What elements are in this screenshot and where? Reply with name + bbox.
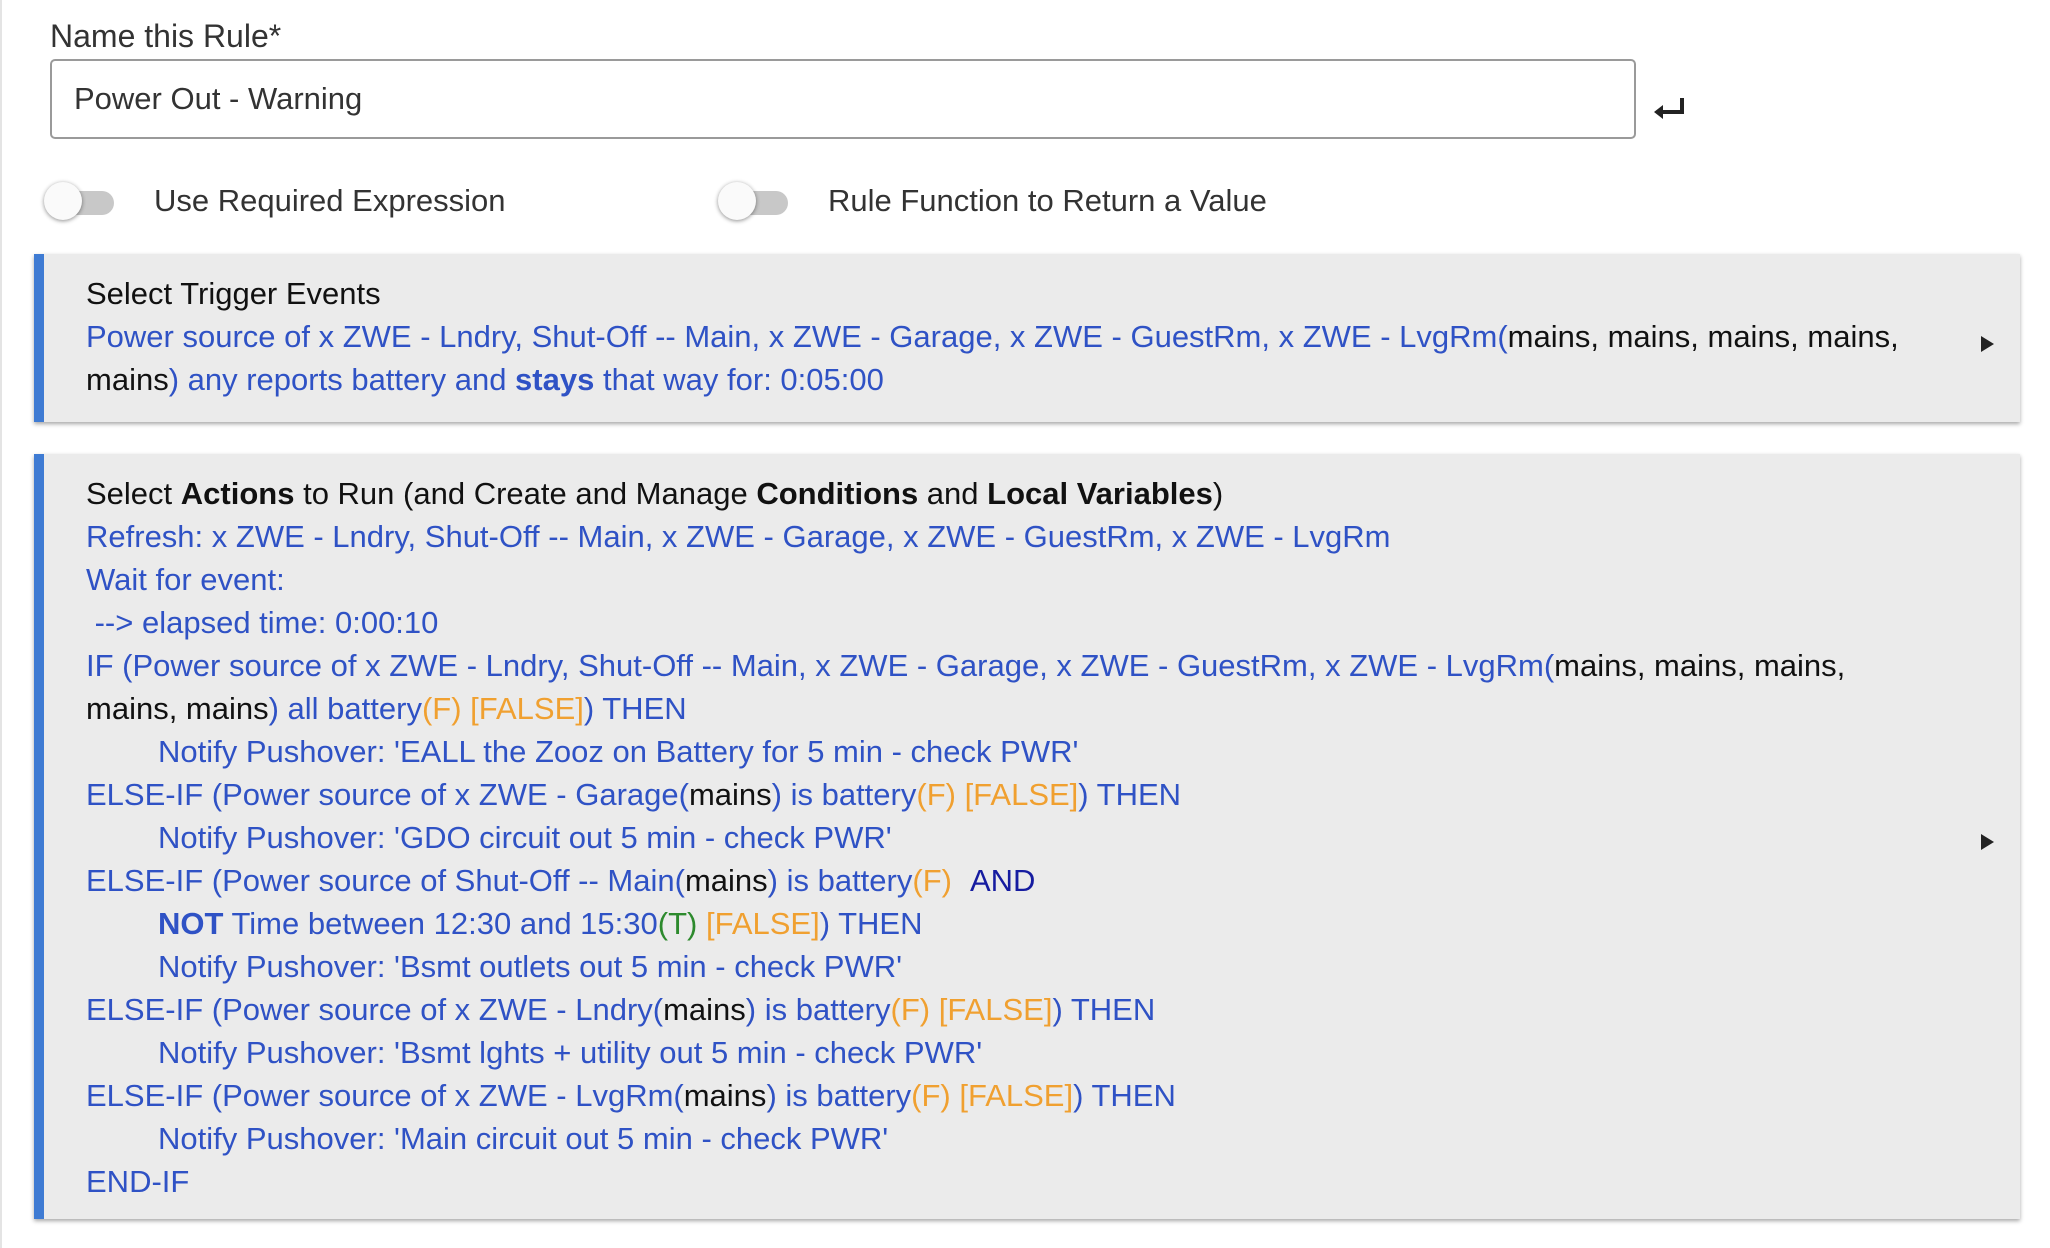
- action-elseif-2-not: NOT Time between 12:30 and 15:30(T) [FAL…: [158, 906, 923, 941]
- action-endif: END-IF: [86, 1164, 190, 1199]
- return-value-label: Rule Function to Return a Value: [828, 183, 1267, 218]
- expand-arrow-icon[interactable]: [1981, 336, 1994, 352]
- actions-panel[interactable]: Select Actions to Run (and Create and Ma…: [34, 454, 2020, 1219]
- action-notify-5: Notify Pushover: 'Main circuit out 5 min…: [158, 1121, 889, 1156]
- return-value-toggle[interactable]: [718, 180, 798, 224]
- action-refresh: Refresh: x ZWE - Lndry, Shut-Off -- Main…: [86, 519, 1391, 554]
- action-notify-2: Notify Pushover: 'GDO circuit out 5 min …: [158, 820, 892, 855]
- rule-name-label: Name this Rule*: [50, 18, 282, 54]
- action-if-1-cont: mains, mains) all battery(F) [FALSE]) TH…: [86, 691, 687, 726]
- action-wait: Wait for event:: [86, 562, 285, 597]
- required-expression-label: Use Required Expression: [154, 183, 506, 218]
- action-notify-3: Notify Pushover: 'Bsmt outlets out 5 min…: [158, 949, 903, 984]
- required-expression-toggle[interactable]: [44, 180, 124, 224]
- left-border: [0, 0, 2, 1248]
- action-elseif-3: ELSE-IF (Power source of x ZWE - Lndry(m…: [86, 992, 1156, 1027]
- expand-arrow-icon[interactable]: [1981, 834, 1994, 850]
- trigger-panel-title: Select Trigger Events: [86, 276, 381, 311]
- actions-panel-title: Select Actions to Run (and Create and Ma…: [86, 476, 1224, 511]
- rule-name-value: Power Out - Warning: [74, 81, 363, 116]
- action-notify-4: Notify Pushover: 'Bsmt lghts + utility o…: [158, 1035, 983, 1070]
- trigger-line-1: Power source of x ZWE - Lndry, Shut-Off …: [86, 319, 1899, 354]
- action-if-1: IF (Power source of x ZWE - Lndry, Shut-…: [86, 648, 1846, 683]
- action-elapsed: --> elapsed time: 0:00:10: [86, 605, 439, 640]
- trigger-line-2: mains) any reports battery and stays tha…: [86, 362, 884, 397]
- action-notify-1: Notify Pushover: 'EALL the Zooz on Batte…: [158, 734, 1079, 769]
- trigger-events-panel[interactable]: Select Trigger Events Power source of x …: [34, 254, 2020, 422]
- action-elseif-4: ELSE-IF (Power source of x ZWE - LvgRm(m…: [86, 1078, 1176, 1113]
- action-elseif-2: ELSE-IF (Power source of Shut-Off -- Mai…: [86, 863, 1036, 898]
- enter-icon[interactable]: [1652, 92, 1688, 126]
- action-elseif-1: ELSE-IF (Power source of x ZWE - Garage(…: [86, 777, 1182, 812]
- toggle-knob: [44, 182, 82, 220]
- rule-name-input[interactable]: Power Out - Warning: [50, 59, 1636, 139]
- toggle-knob: [718, 182, 756, 220]
